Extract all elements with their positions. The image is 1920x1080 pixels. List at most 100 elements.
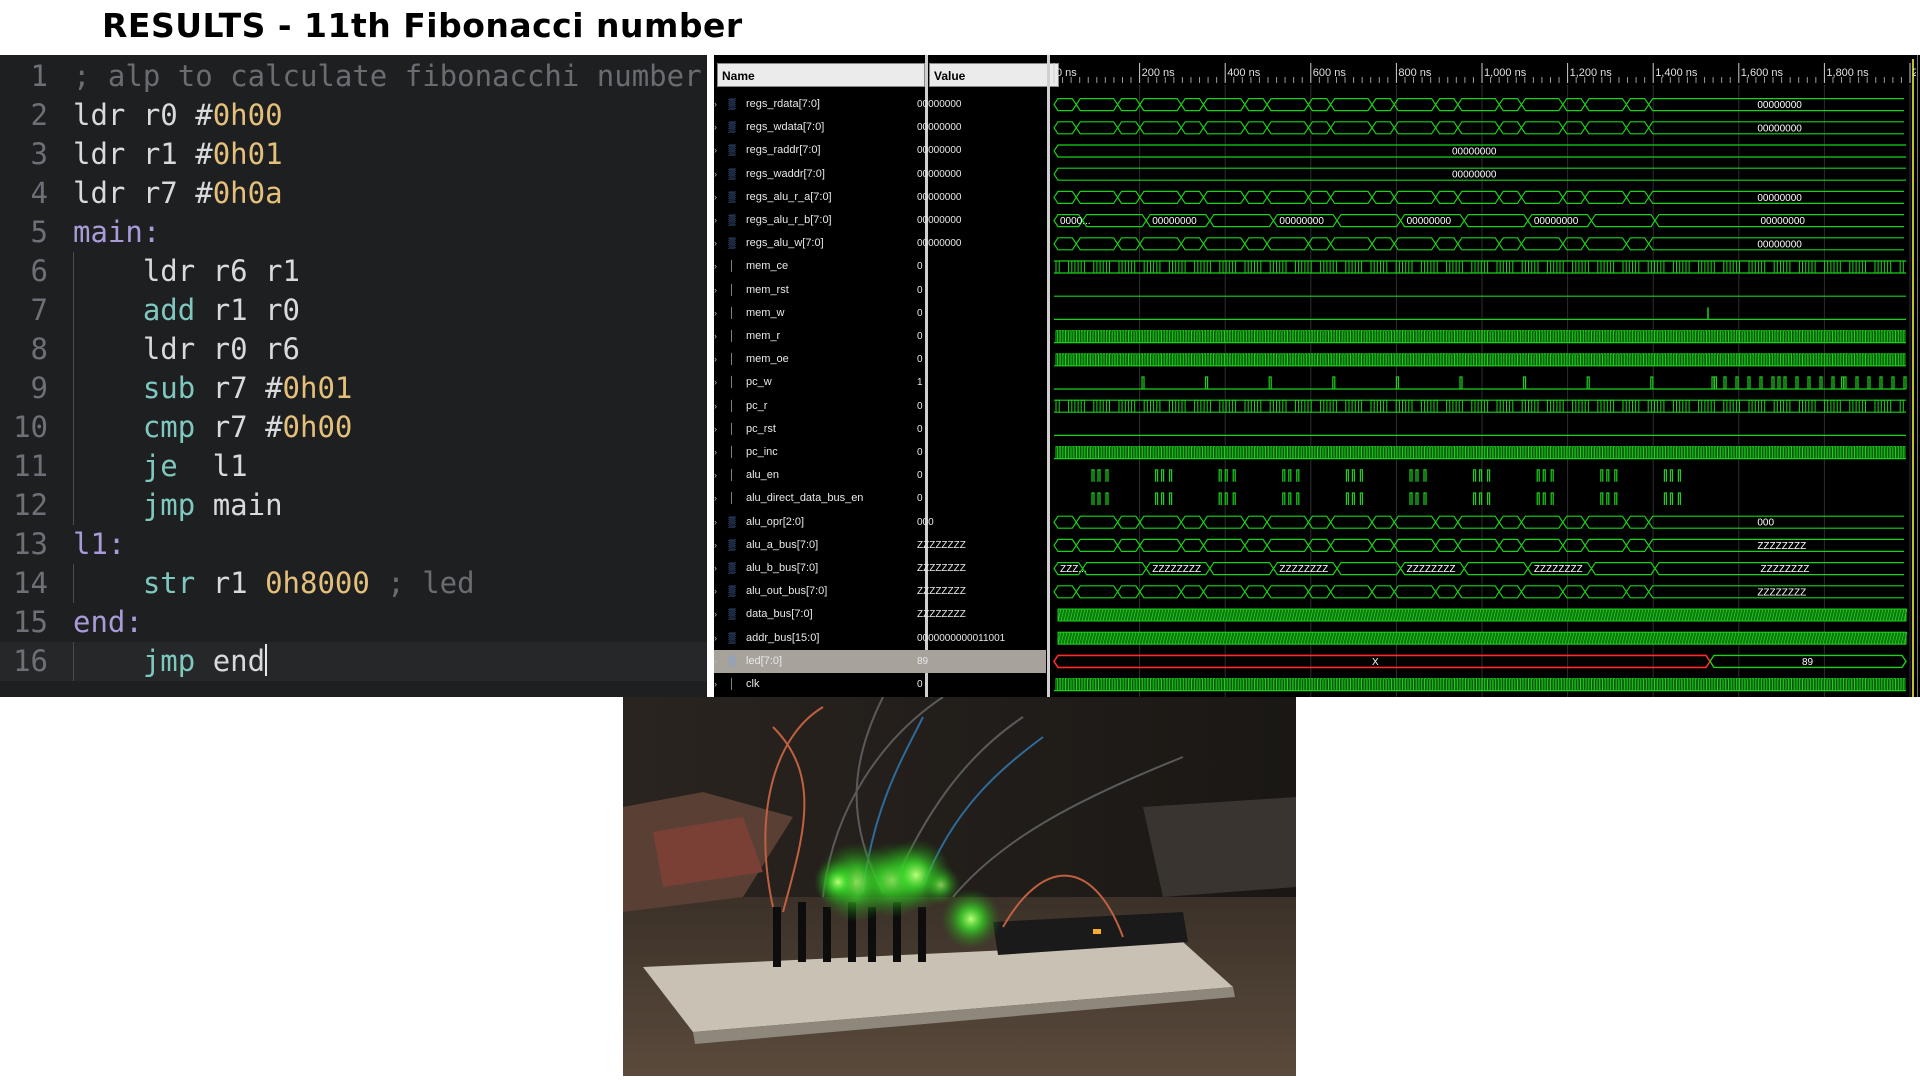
expand-arrow-icon[interactable]: › <box>714 534 717 557</box>
bus-segment <box>1520 515 1564 529</box>
bus-segment <box>1336 214 1402 228</box>
signal-name[interactable]: alu_en <box>746 464 779 487</box>
expand-arrow-icon[interactable]: › <box>714 232 717 255</box>
bus-segment <box>1463 562 1529 576</box>
waveform-row: ZZZZZZZZ <box>1053 585 1904 599</box>
signal-name[interactable]: regs_alu_r_b[7:0] <box>746 209 832 232</box>
bus-segment <box>1053 121 1077 135</box>
code-editor[interactable]: 1 ; alp to calculate fibonacchi number 2 ld… <box>0 55 707 697</box>
code-line[interactable]: 10 cmp r7 #0h00 <box>0 408 707 447</box>
bus-segment <box>1329 538 1373 552</box>
signal-name[interactable]: mem_w <box>746 302 785 325</box>
bus-segment <box>1434 121 1459 135</box>
signal-name[interactable]: alu_direct_data_bus_en <box>746 487 863 510</box>
code-line[interactable]: 14 str r1 0h8000 ; led <box>0 564 707 603</box>
signal-name[interactable]: pc_r <box>746 395 767 418</box>
bus-segment <box>1329 121 1373 135</box>
signal-value: 00000000 <box>917 145 962 157</box>
signal-name[interactable]: regs_wdata[7:0] <box>746 116 824 139</box>
bus-segment <box>1584 98 1628 112</box>
signal-name[interactable]: regs_rdata[7:0] <box>746 93 820 116</box>
text-cursor <box>265 644 268 676</box>
expand-arrow-icon[interactable]: › <box>714 209 717 232</box>
bus-segment <box>1434 585 1459 599</box>
signal-name[interactable]: regs_waddr[7:0] <box>746 163 825 186</box>
code-line[interactable]: 9 sub r7 #0h01 <box>0 369 707 408</box>
waveform-viewer[interactable]: Name Value › ▒ regs_rdata[7:0] 00000000 › ▒ re… <box>714 55 1920 697</box>
expand-arrow-icon[interactable]: › <box>714 603 717 626</box>
code-line[interactable]: 1 ; alp to calculate fibonacchi number <box>0 57 707 96</box>
code-line[interactable]: 16 jmp end <box>0 642 707 681</box>
bus-segment <box>1053 237 1077 251</box>
bus-segment <box>1329 98 1373 112</box>
bus-value-label: 00000000 <box>1757 193 1802 204</box>
signal-name[interactable]: pc_rst <box>746 418 776 441</box>
expand-arrow-icon: › <box>714 377 717 388</box>
code-line[interactable]: 2 ldr r0 #0h00 <box>0 96 707 135</box>
signal-name[interactable]: alu_out_bus[7:0] <box>746 580 827 603</box>
waveform-row: 00000000 <box>1053 144 1906 158</box>
code-token: ldr r1 # <box>73 137 213 171</box>
code-line[interactable]: 8 ldr r0 r6 <box>0 330 707 369</box>
code-line[interactable]: 13 l1: <box>0 525 707 564</box>
column-divider[interactable] <box>1047 55 1050 697</box>
expand-arrow-icon[interactable]: › <box>714 627 717 650</box>
signal-name[interactable]: alu_b_bus[7:0] <box>746 557 818 580</box>
code-token: l1 <box>177 449 248 483</box>
signal-name[interactable]: led[7:0] <box>746 650 782 673</box>
signal-name[interactable]: mem_rst <box>746 279 789 302</box>
bus-segment <box>1180 98 1205 112</box>
expand-arrow-icon[interactable]: › <box>714 511 717 534</box>
expand-arrow-icon[interactable]: › <box>714 580 717 603</box>
bus-segment <box>1562 98 1586 112</box>
signal-name[interactable]: regs_alu_w[7:0] <box>746 232 824 255</box>
time-tick-label: 200 ns <box>1142 67 1176 79</box>
signal-trace <box>1055 678 1906 691</box>
signal-name[interactable]: pc_inc <box>746 441 778 464</box>
bus-segment <box>1075 237 1119 251</box>
code-line[interactable]: 3 ldr r1 #0h01 <box>0 135 707 174</box>
code-line[interactable]: 12 jmp main <box>0 486 707 525</box>
signal-name[interactable]: mem_oe <box>746 348 789 371</box>
code-token: ; alp to calculate fibonacchi number <box>73 59 702 93</box>
value-column-header[interactable]: Value <box>929 63 1059 87</box>
signal-name[interactable]: clk <box>746 673 759 696</box>
signal-name[interactable]: addr_bus[15:0] <box>746 627 819 650</box>
line-number: 7 <box>30 293 48 327</box>
code-line[interactable]: 5 main: <box>0 213 707 252</box>
bus-value-label: ZZZZZZZZ <box>1757 587 1806 598</box>
expand-arrow-icon[interactable]: › <box>714 650 717 673</box>
signal-name[interactable]: alu_opr[2:0] <box>746 511 804 534</box>
signal-name[interactable]: regs_alu_r_a[7:0] <box>746 186 832 209</box>
code-line[interactable]: 6 ldr r6 r1 <box>0 252 707 291</box>
code-text: end: <box>73 603 143 642</box>
bus-segment <box>1180 121 1205 135</box>
bus-icon: ▒ <box>728 539 736 551</box>
waveform-row <box>1054 678 1906 692</box>
signal-name[interactable]: alu_a_bus[7:0] <box>746 534 818 557</box>
expand-arrow-icon: › <box>714 354 717 365</box>
expand-arrow-icon[interactable]: › <box>714 139 717 162</box>
signal-name[interactable]: pc_w <box>746 371 772 394</box>
expand-arrow-icon[interactable]: › <box>714 93 717 116</box>
bus-value-label: 00000000 <box>1152 216 1197 227</box>
code-line[interactable]: 15 end: <box>0 603 707 642</box>
bus-segment <box>1457 538 1500 552</box>
name-column-header[interactable]: Name <box>717 63 925 87</box>
code-token: add <box>142 293 196 327</box>
signal-name[interactable]: mem_r <box>746 325 780 348</box>
bus-segment <box>1393 585 1437 599</box>
code-line[interactable]: 7 add r1 r0 <box>0 291 707 330</box>
signal-name[interactable]: mem_ce <box>746 255 788 278</box>
bus-segment <box>1139 98 1182 112</box>
expand-arrow-icon[interactable]: › <box>714 186 717 209</box>
expand-arrow-icon[interactable]: › <box>714 116 717 139</box>
expand-arrow-icon[interactable]: › <box>714 557 717 580</box>
expand-arrow-icon[interactable]: › <box>714 163 717 186</box>
code-line[interactable]: 4 ldr r7 #0h0a <box>0 174 707 213</box>
code-line[interactable]: 11 je l1 <box>0 447 707 486</box>
waveform-canvas[interactable]: 0 ns 200 ns 400 ns 600 ns 800 ns 1,000 ns 1,20… <box>1052 55 1916 697</box>
signal-name[interactable]: data_bus[7:0] <box>746 603 813 626</box>
signal-name[interactable]: regs_raddr[7:0] <box>746 139 821 162</box>
